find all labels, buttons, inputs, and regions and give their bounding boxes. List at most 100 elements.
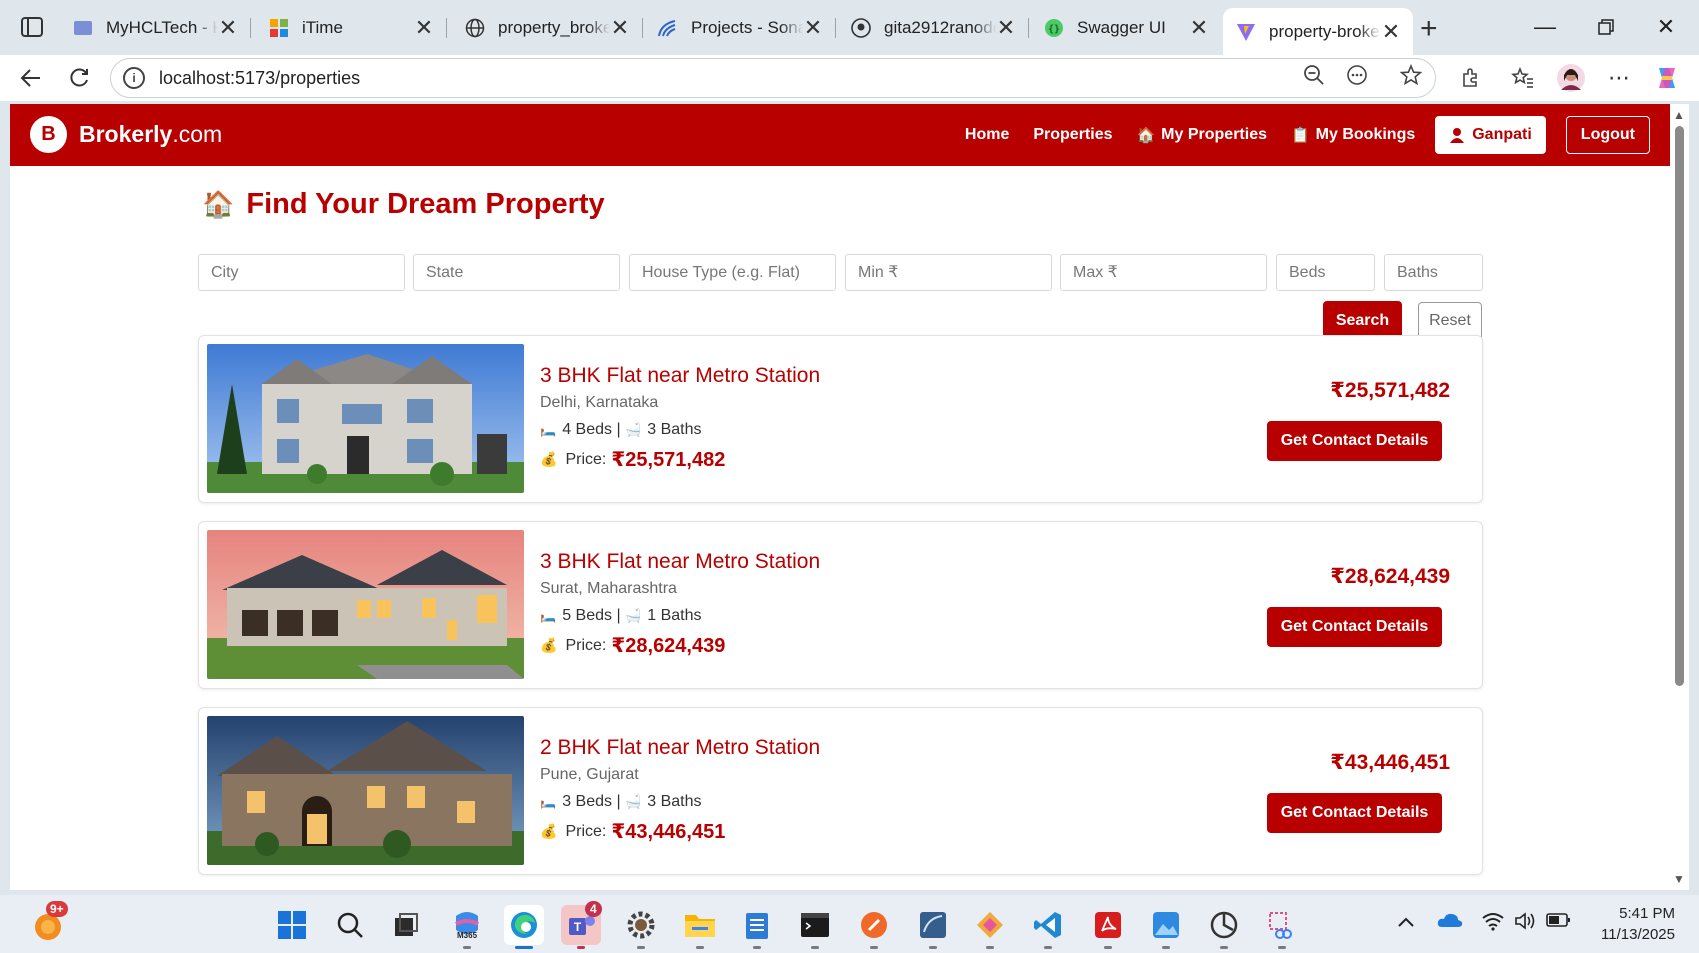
property-title[interactable]: 3 BHK Flat near Metro Station — [540, 364, 820, 388]
copilot-icon[interactable] — [1652, 63, 1682, 93]
snipping-tool-icon[interactable] — [1262, 905, 1302, 949]
app-gear-icon[interactable] — [621, 905, 661, 949]
favorite-star-icon[interactable] — [1397, 61, 1425, 89]
site-info-icon[interactable]: i — [123, 67, 145, 89]
property-title[interactable]: 3 BHK Flat near Metro Station — [540, 550, 820, 574]
browser-tab[interactable]: MyHCLTech - Home ✕ — [60, 8, 251, 48]
max-price-input[interactable] — [1060, 254, 1267, 291]
close-window-icon[interactable]: ✕ — [1646, 12, 1686, 42]
scrollbar-thumb[interactable] — [1675, 126, 1684, 686]
system-clock[interactable]: 5:41 PM 11/13/2025 — [1580, 903, 1675, 945]
app-circle-icon[interactable] — [1204, 905, 1244, 949]
teams-badge: 4 — [585, 901, 602, 917]
nav-my-bookings-label: My Bookings — [1315, 126, 1416, 143]
page-scrollbar[interactable]: ▲ ▼ — [1670, 104, 1689, 890]
browser-tab[interactable]: property_broker ✕ — [452, 8, 643, 48]
browser-tab[interactable]: gita2912ranode ✕ — [838, 8, 1029, 48]
beds-input[interactable] — [1276, 254, 1375, 291]
onedrive-icon[interactable] — [1437, 911, 1463, 935]
back-arrow-icon[interactable] — [16, 63, 46, 93]
task-view-icon[interactable] — [386, 905, 426, 945]
git-tool-icon[interactable] — [970, 905, 1010, 949]
close-icon[interactable]: ✕ — [996, 15, 1016, 41]
browser-tab-active[interactable]: property-broker ✕ — [1223, 8, 1413, 55]
profile-avatar[interactable] — [1556, 63, 1586, 93]
close-icon[interactable]: ✕ — [218, 15, 238, 41]
property-price-line: 💰 Price: ₹43,446,451 — [540, 819, 725, 844]
nav-properties[interactable]: Properties — [1033, 126, 1112, 144]
house-icon: 🏠 — [202, 189, 235, 219]
tab-title: property-broker — [1269, 21, 1381, 41]
scroll-down-icon[interactable]: ▼ — [1673, 872, 1685, 886]
browser-tab[interactable]: iTime ✕ — [256, 8, 447, 48]
vscode-icon[interactable] — [1028, 905, 1068, 949]
brand-logo[interactable]: B Brokerly .com — [30, 116, 222, 153]
tab-separator — [1028, 18, 1029, 38]
search-icon[interactable] — [330, 905, 370, 945]
widgets-icon[interactable]: 9+ — [28, 901, 68, 945]
edge-icon[interactable] — [504, 905, 544, 949]
restore-icon[interactable] — [1586, 12, 1626, 42]
m365-icon[interactable]: M365 — [447, 905, 487, 949]
wifi-icon[interactable] — [1481, 911, 1505, 937]
tab-separator — [835, 18, 836, 38]
clipboard-icon: 📋 — [1290, 127, 1310, 144]
new-tab-button[interactable]: + — [1420, 12, 1438, 46]
property-photo[interactable] — [207, 530, 524, 679]
more-options-icon[interactable]: ⋯ — [1604, 63, 1634, 93]
notepad-icon[interactable] — [737, 905, 777, 949]
browser-tab[interactable]: {} Swagger UI ✕ — [1031, 8, 1221, 48]
notification-badge: 9+ — [46, 901, 68, 917]
close-icon[interactable]: ✕ — [803, 15, 823, 41]
refresh-icon[interactable] — [64, 63, 94, 93]
house-type-input[interactable] — [629, 254, 836, 291]
logout-button[interactable]: Logout — [1565, 116, 1650, 154]
running-indicator — [753, 946, 761, 949]
volume-icon[interactable] — [1514, 911, 1538, 937]
property-photo[interactable] — [207, 716, 524, 865]
close-icon[interactable]: ✕ — [414, 15, 434, 41]
money-bag-icon: 💰 — [540, 823, 558, 839]
property-title[interactable]: 2 BHK Flat near Metro Station — [540, 736, 820, 760]
minimize-icon[interactable]: — — [1525, 12, 1565, 42]
running-indicator — [1104, 946, 1112, 949]
acrobat-icon[interactable] — [1088, 905, 1128, 949]
scroll-up-icon[interactable]: ▲ — [1673, 108, 1685, 122]
user-button[interactable]: Ganpati — [1435, 116, 1546, 154]
baths-input[interactable] — [1384, 254, 1483, 291]
state-input[interactable] — [413, 254, 620, 291]
url-text[interactable]: localhost:5173/properties — [159, 68, 360, 89]
zoom-out-icon[interactable] — [1300, 61, 1328, 89]
city-input[interactable] — [198, 254, 405, 291]
chevron-up-icon[interactable] — [1397, 911, 1415, 934]
url-bar[interactable]: i localhost:5173/properties — [110, 58, 1436, 98]
teams-icon[interactable]: T 4 — [561, 901, 602, 949]
tab-actions-icon[interactable] — [14, 12, 50, 42]
postman-icon[interactable] — [854, 905, 894, 949]
battery-icon[interactable] — [1546, 911, 1572, 934]
photos-icon[interactable] — [1146, 905, 1186, 949]
extensions-icon[interactable] — [1455, 63, 1485, 93]
file-explorer-icon[interactable] — [680, 905, 720, 949]
get-contact-details-button[interactable]: Get Contact Details — [1267, 607, 1442, 647]
get-contact-details-button[interactable]: Get Contact Details — [1267, 793, 1442, 833]
close-icon[interactable]: ✕ — [610, 15, 630, 41]
price-label: Price: — [565, 822, 607, 840]
vite-icon — [1235, 21, 1257, 43]
close-icon[interactable]: ✕ — [1381, 19, 1401, 45]
favorites-icon[interactable] — [1508, 63, 1538, 93]
read-aloud-icon[interactable] — [1343, 61, 1371, 89]
start-icon[interactable] — [272, 905, 312, 945]
database-tool-icon[interactable] — [913, 905, 953, 949]
terminal-icon[interactable] — [795, 905, 835, 949]
address-bar-row: i localhost:5173/properties ⋯ — [0, 55, 1699, 101]
browser-tab[interactable]: Projects - SonarQube ✕ — [645, 8, 836, 48]
beds-count: 5 Beds — [562, 607, 612, 624]
nav-home[interactable]: Home — [965, 126, 1009, 144]
property-photo[interactable] — [207, 344, 524, 493]
min-price-input[interactable] — [845, 254, 1052, 291]
nav-my-bookings[interactable]: 📋 My Bookings — [1291, 126, 1415, 144]
get-contact-details-button[interactable]: Get Contact Details — [1267, 421, 1442, 461]
close-icon[interactable]: ✕ — [1189, 15, 1209, 41]
nav-my-properties[interactable]: 🏠 My Properties — [1136, 126, 1267, 144]
